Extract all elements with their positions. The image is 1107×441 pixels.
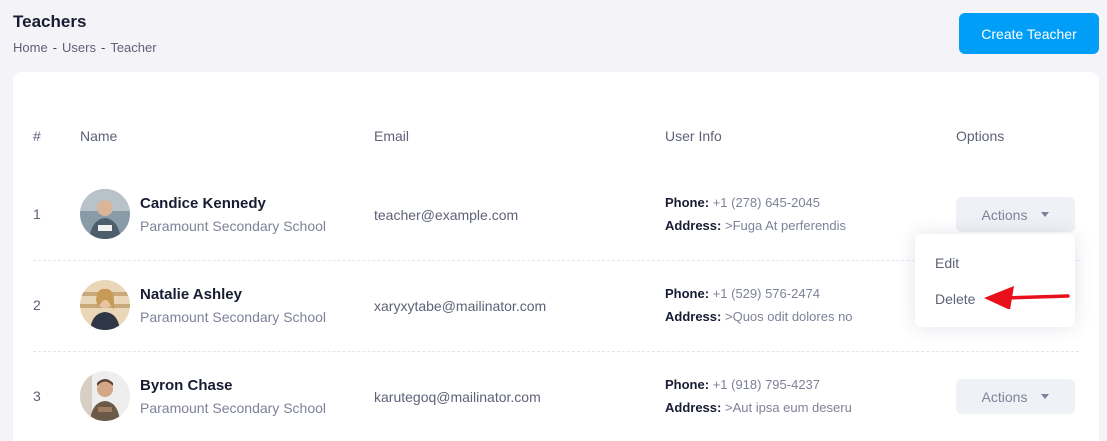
actions-dropdown-button[interactable]: Actions (956, 197, 1075, 232)
annotation-arrow-icon (984, 286, 1070, 309)
phone-info: Phone: +1 (529) 576-2474 (665, 286, 820, 301)
address-label: Address: (665, 309, 722, 324)
address-label: Address: (665, 218, 722, 233)
menu-item-edit[interactable]: Edit (935, 255, 959, 271)
teacher-name[interactable]: Candice Kennedy (140, 195, 266, 212)
address-info: Address: >Quos odit dolores no (665, 309, 853, 324)
address-label: Address: (665, 400, 722, 415)
teacher-school: Paramount Secondary School (140, 309, 326, 325)
address-info: Address: >Aut ipsa eum deseru (665, 400, 852, 415)
breadcrumb: Home - Users - Teacher (13, 40, 157, 55)
address-value: >Aut ipsa eum deseru (724, 400, 852, 415)
avatar (80, 189, 130, 239)
phone-value: +1 (278) 645-2045 (712, 195, 821, 210)
phone-label: Phone: (665, 377, 710, 392)
teacher-school: Paramount Secondary School (140, 218, 326, 234)
breadcrumb-separator: - (52, 40, 58, 55)
address-info: Address: >Fuga At perferendis (665, 218, 846, 233)
row-number: 3 (33, 388, 41, 404)
teacher-school: Paramount Secondary School (140, 400, 326, 416)
column-header-number: # (33, 128, 41, 144)
actions-dropdown-menu: Edit Delete (915, 234, 1075, 327)
column-header-name: Name (80, 128, 118, 144)
column-header-options: Options (956, 128, 1005, 144)
menu-item-delete[interactable]: Delete (935, 291, 975, 307)
breadcrumb-teacher: Teacher (110, 40, 157, 55)
phone-value: +1 (529) 576-2474 (712, 286, 821, 301)
teacher-name[interactable]: Byron Chase (140, 377, 233, 394)
phone-label: Phone: (665, 195, 710, 210)
page-title: Teachers (13, 12, 87, 31)
phone-info: Phone: +1 (918) 795-4237 (665, 377, 820, 392)
chevron-down-icon (1041, 212, 1050, 217)
row-divider (33, 351, 1079, 352)
row-number: 2 (33, 297, 41, 313)
teacher-email: teacher@example.com (374, 207, 519, 223)
teacher-name[interactable]: Natalie Ashley (140, 286, 242, 303)
create-teacher-button[interactable]: Create Teacher (959, 13, 1099, 54)
avatar (80, 371, 130, 421)
teacher-email: karutegoq@mailinator.com (374, 389, 541, 405)
breadcrumb-separator: - (100, 40, 106, 55)
breadcrumb-users[interactable]: Users (62, 40, 96, 55)
actions-label: Actions (981, 206, 1028, 223)
breadcrumb-home[interactable]: Home (13, 40, 48, 55)
phone-value: +1 (918) 795-4237 (712, 377, 821, 392)
phone-label: Phone: (665, 286, 710, 301)
actions-label: Actions (981, 388, 1028, 405)
column-header-user-info: User Info (665, 128, 722, 144)
column-header-email: Email (374, 128, 410, 144)
phone-info: Phone: +1 (278) 645-2045 (665, 195, 820, 210)
avatar (80, 280, 130, 330)
teacher-email: xaryxytabe@mailinator.com (374, 298, 547, 314)
address-value: >Fuga At perferendis (724, 218, 847, 233)
actions-dropdown-button[interactable]: Actions (956, 379, 1075, 414)
chevron-down-icon (1041, 394, 1050, 399)
row-number: 1 (33, 206, 41, 222)
address-value: >Quos odit dolores no (724, 309, 853, 324)
